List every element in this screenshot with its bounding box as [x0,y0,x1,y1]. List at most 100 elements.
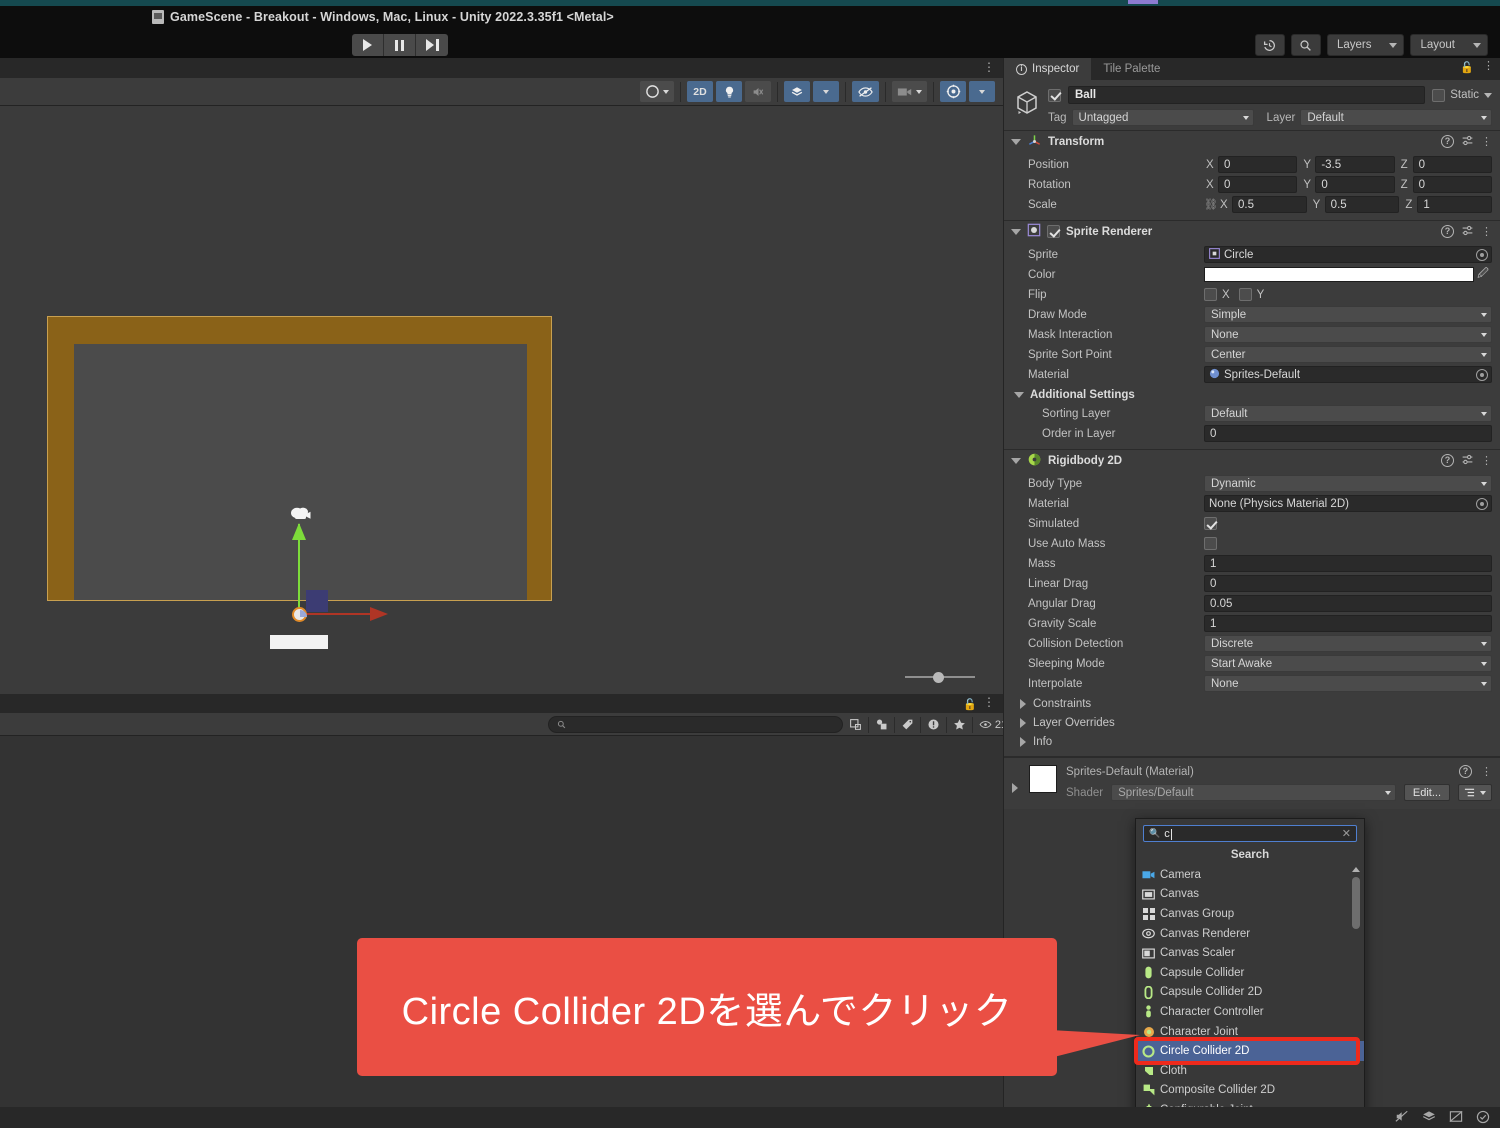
sleeping-mode-dropdown[interactable]: Start Awake [1204,655,1492,672]
scene-camera-button[interactable] [892,81,927,102]
star-filter-icon[interactable] [947,715,972,734]
tab-inspector[interactable]: i Inspector [1004,58,1092,80]
help-icon[interactable]: ? [1441,225,1454,238]
list-item[interactable]: Camera [1136,865,1364,885]
component-kebab-menu-icon[interactable]: ⋮ [1481,136,1492,147]
rigidbody-2d-header[interactable]: Rigidbody 2D ? ⋮ [1004,450,1500,471]
sprite-renderer-enabled-checkbox[interactable] [1047,225,1060,238]
scrollbar-thumb[interactable] [1352,877,1360,929]
foldout-arrow-icon[interactable] [1011,228,1021,235]
info-filter-icon[interactable] [921,715,946,734]
toggle-lighting-button[interactable] [716,81,742,102]
transform-header[interactable]: Transform ? ⋮ [1004,131,1500,152]
flip-x-checkbox[interactable] [1204,288,1217,301]
chevron-down-icon[interactable] [1484,92,1492,98]
color-swatch-field[interactable] [1204,267,1474,282]
position-y-input[interactable]: -3.5 [1315,156,1395,173]
move-handle-y-axis[interactable] [298,524,300,616]
toggle-scene-visibility-button[interactable] [852,81,879,102]
scene-zoom-slider[interactable] [905,672,975,683]
angular-drag-input[interactable]: 0.05 [1204,595,1492,612]
preset-icon[interactable] [1461,224,1474,240]
tab-tile-palette[interactable]: Tile Palette [1091,58,1172,80]
scale-x-input[interactable]: 0.5 [1232,196,1307,213]
static-toggle-group[interactable]: Static [1432,88,1492,102]
move-handle-x-axis[interactable] [302,613,372,615]
pause-button[interactable] [384,34,416,56]
list-item[interactable]: Canvas Group [1136,904,1364,924]
material-foldout-icon[interactable] [1012,783,1018,793]
clear-icon[interactable]: ✕ [1342,827,1351,840]
eyedropper-icon[interactable]: 🖉 [1474,265,1492,284]
sprite-object-field[interactable]: Circle [1204,246,1492,263]
foldout-arrow-icon[interactable] [1014,391,1024,398]
static-checkbox[interactable] [1432,88,1446,102]
gizmos-dropdown[interactable] [969,81,995,102]
shape-filter-icon[interactable] [869,715,894,734]
scene-viewport[interactable] [0,106,1003,694]
help-icon[interactable]: ? [1441,454,1454,467]
history-button[interactable] [1254,34,1285,56]
project-kebab-menu-icon[interactable]: ⋮ [983,696,995,708]
toggle-effects-button[interactable] [784,81,810,102]
popup-scrollbar[interactable] [1351,865,1362,1120]
layout-dropdown[interactable]: Layout [1410,34,1488,56]
list-item[interactable]: Capsule Collider [1136,963,1364,983]
check-circle-icon[interactable] [1476,1110,1490,1127]
draw-mode-dropdown[interactable]: Simple [1204,306,1492,323]
toolbar-search-button[interactable] [1290,34,1321,56]
saved-search-icon[interactable] [843,715,868,734]
tag-filter-icon[interactable] [895,715,920,734]
scene-kebab-menu-icon[interactable]: ⋮ [983,61,995,73]
sprite-sort-point-dropdown[interactable]: Center [1204,346,1492,363]
step-button[interactable] [416,34,448,56]
info-foldout[interactable]: Info [1012,732,1492,751]
linear-drag-input[interactable]: 0 [1204,575,1492,592]
layers-dropdown[interactable]: Layers [1326,34,1405,56]
scale-z-input[interactable]: 1 [1417,196,1493,213]
shader-options-button[interactable] [1458,784,1492,801]
layer-overrides-foldout[interactable]: Layer Overrides [1012,713,1492,732]
list-item[interactable]: Canvas Renderer [1136,924,1364,944]
position-x-input[interactable]: 0 [1218,156,1298,173]
tag-dropdown[interactable]: Untagged [1071,109,1254,126]
material-kebab-menu-icon[interactable]: ⋮ [1481,766,1492,777]
list-item[interactable]: Character Controller [1136,1002,1364,1022]
toggle-2d-button[interactable]: 2D [687,81,713,102]
toggle-audio-button[interactable] [745,81,771,102]
list-item[interactable]: Canvas [1136,885,1364,905]
flip-y-checkbox[interactable] [1238,288,1252,301]
shading-mode-button[interactable] [640,81,674,102]
list-item[interactable]: Canvas Scaler [1136,943,1364,963]
no-preview-icon[interactable] [1449,1110,1463,1127]
component-results-list[interactable]: Camera Canvas Canvas Group Canvas Render… [1136,865,1364,1120]
object-picker-icon[interactable] [1476,248,1488,261]
object-picker-icon[interactable] [1476,497,1488,510]
component-kebab-menu-icon[interactable]: ⋮ [1481,455,1492,466]
inspector-lock-icon[interactable]: 🔓 [1460,61,1474,74]
use-auto-mass-checkbox[interactable] [1204,537,1217,550]
component-search-input[interactable]: 🔍 c ✕ [1143,825,1357,842]
inspector-kebab-menu-icon[interactable]: ⋮ [1483,61,1494,74]
object-picker-icon[interactable] [1476,368,1488,381]
rotation-y-input[interactable]: 0 [1315,176,1395,193]
scale-link-icon[interactable]: ⛓ [1204,198,1218,211]
preset-icon[interactable] [1461,134,1474,150]
collision-detection-dropdown[interactable]: Discrete [1204,635,1492,652]
scale-y-input[interactable]: 0.5 [1324,196,1400,213]
constraints-foldout[interactable]: Constraints [1012,694,1492,713]
move-handle-x-arrow[interactable] [370,607,388,621]
rotation-z-input[interactable]: 0 [1412,176,1492,193]
paddle-object[interactable] [270,635,328,649]
sr-material-object-field[interactable]: Sprites-Default [1204,366,1492,383]
shader-dropdown[interactable]: Sprites/Default [1111,784,1396,801]
edit-shader-button[interactable]: Edit... [1403,784,1450,801]
mass-input[interactable]: 1 [1204,555,1492,572]
sprite-renderer-header[interactable]: Sprite Renderer ? ⋮ [1004,221,1500,242]
order-in-layer-input[interactable]: 0 [1204,425,1492,442]
layers-stack-icon[interactable] [1422,1110,1436,1127]
list-item[interactable]: Capsule Collider 2D [1136,983,1364,1003]
layer-dropdown[interactable]: Default [1300,109,1492,126]
lock-icon[interactable]: 🔓 [963,698,977,711]
mute-audio-icon[interactable] [1395,1110,1409,1127]
